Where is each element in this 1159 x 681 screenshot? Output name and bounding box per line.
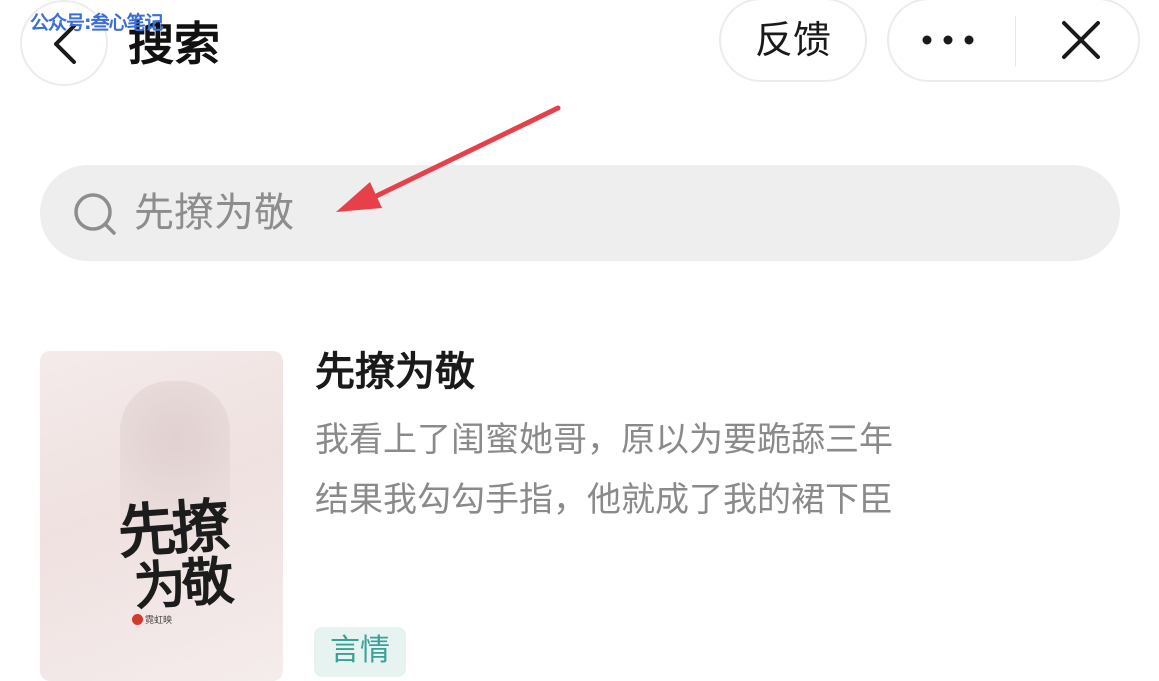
capsule-divider [1015, 16, 1016, 66]
genre-tag: 言情 [314, 627, 406, 677]
book-cover[interactable]: 先撩 为敬 霓虹映 [40, 351, 283, 681]
feedback-button[interactable]: 反馈 [719, 0, 867, 82]
close-icon[interactable] [1061, 20, 1101, 60]
book-description-line: 我看上了闺蜜她哥，原以为要跪舔三年 [315, 420, 893, 460]
cover-author-text: 霓虹映 [145, 616, 173, 626]
search-icon [74, 193, 116, 235]
ellipsis-icon[interactable] [921, 28, 975, 52]
seal-icon [132, 614, 143, 625]
cover-author-mark: 霓虹映 [132, 613, 172, 626]
book-title[interactable]: 先撩为敬 [315, 344, 475, 400]
annotation-arrow-icon [336, 105, 561, 212]
watermark-text: 公众号:叁心笔记 [30, 12, 164, 34]
cover-title-line2: 为敬 [131, 550, 232, 619]
book-description-line: 结果我勾勾手指，他就成了我的裙下臣 [315, 480, 893, 520]
mini-program-capsule [887, 0, 1140, 82]
search-query: 先撩为敬 [134, 190, 294, 236]
search-input[interactable]: 先撩为敬 [40, 165, 1120, 261]
